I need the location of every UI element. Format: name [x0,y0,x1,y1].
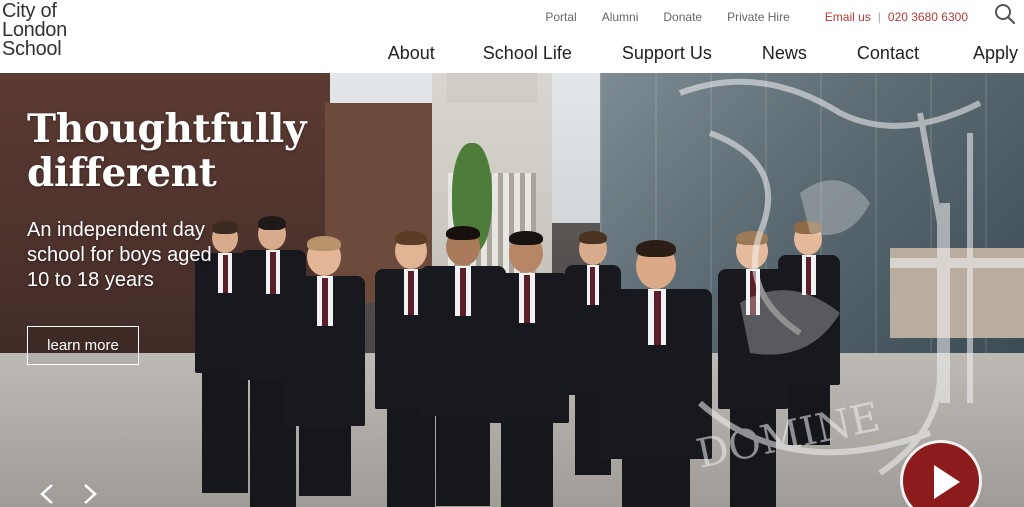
hero-subtitle-line-2: school for boys aged [27,244,212,266]
hero-subtitle-line-3: 10 to 18 years [27,269,154,291]
school-logo[interactable]: City of London School [2,1,67,60]
nav-apply[interactable]: Apply [973,43,1018,64]
main-nav: About School Life Support Us News Contac… [388,43,1018,64]
nav-news[interactable]: News [762,43,807,64]
search-icon[interactable] [994,3,1016,25]
crest-motto: DOMINE [693,394,884,478]
utility-nav: Portal Alumni Donate Private Hire Email … [545,9,968,25]
phone-link[interactable]: 020 3680 6300 [888,10,968,24]
nav-support-us[interactable]: Support Us [622,43,712,64]
hero-banner: DOMINE Thoughtfully different An indepen… [0,73,1024,507]
logo-line-3: School [2,38,62,60]
alumni-link[interactable]: Alumni [602,10,639,24]
play-icon [934,465,960,499]
utility-separator: | [877,10,881,24]
chevron-right-icon[interactable] [79,483,101,505]
crest-watermark: DOMINE [678,78,1024,478]
learn-more-button[interactable]: learn more [27,326,139,365]
nav-about[interactable]: About [388,43,435,64]
hero-title: Thoughtfully different [27,107,347,195]
hero-subtitle-line-1: An independent day [27,219,205,241]
email-us-link[interactable]: Email us [825,10,871,24]
hero-cathedral-dome [447,73,537,103]
chevron-left-icon[interactable] [36,483,58,505]
hero-title-line-2: different [27,150,217,196]
donate-link[interactable]: Donate [663,10,702,24]
nav-contact[interactable]: Contact [857,43,919,64]
portal-link[interactable]: Portal [545,10,576,24]
hero-title-line-1: Thoughtfully [27,106,307,152]
site-header: City of London School Portal Alumni Dona… [0,0,1024,73]
nav-school-life[interactable]: School Life [483,43,572,64]
private-hire-link[interactable]: Private Hire [727,10,790,24]
hero-subtitle: An independent day school for boys aged … [27,218,267,293]
